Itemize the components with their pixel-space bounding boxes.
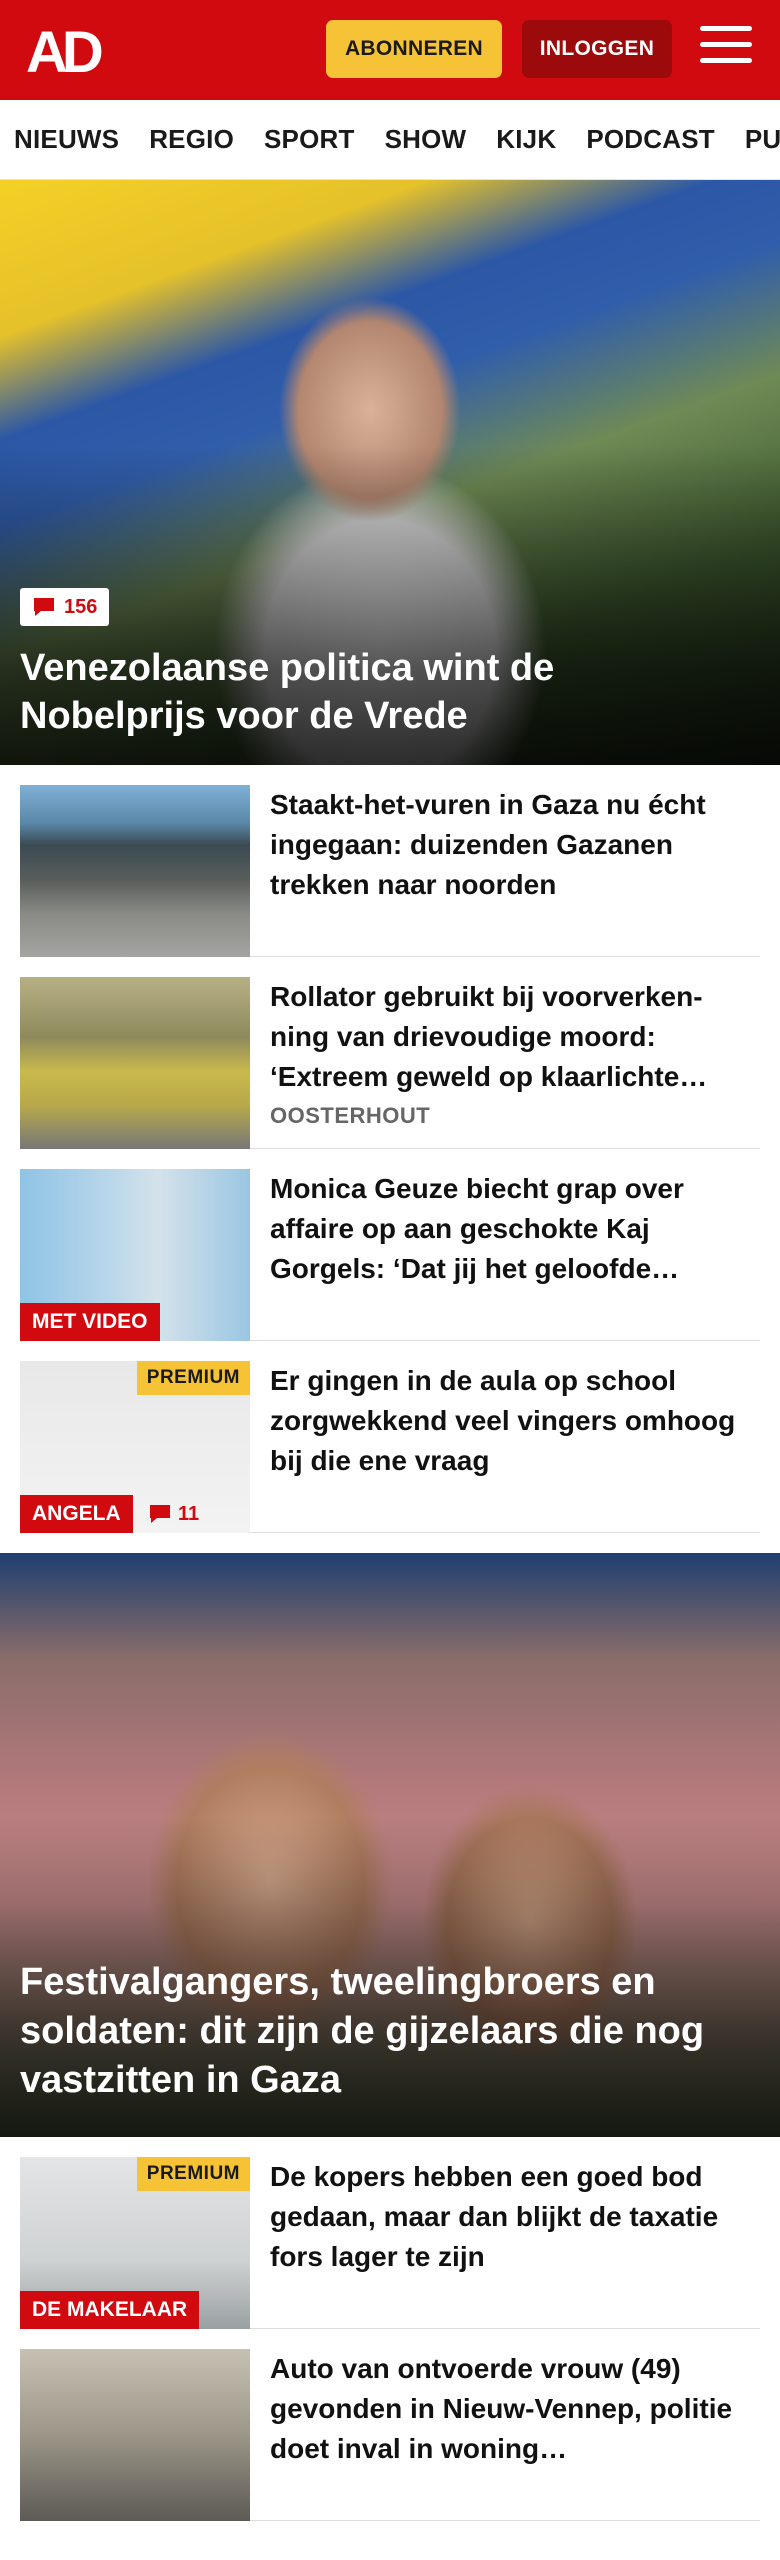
article-thumbnail xyxy=(20,977,250,1149)
article-title[interactable]: Rollator gebruikt bij voorverken­ning va… xyxy=(270,977,750,1097)
hero-article[interactable]: 156 Venezolaanse politica wint de Nobelp… xyxy=(0,180,780,765)
list-item[interactable]: PREMIUM ANGELA 11 Er gingen in de aula o… xyxy=(20,1341,760,1533)
hero-title[interactable]: Venezolaanse politica wint de Nobelprijs… xyxy=(20,644,750,740)
article-title[interactable]: De kopers hebben een goed bod gedaan, ma… xyxy=(270,2157,750,2277)
nav-item-nieuws[interactable]: NIEUWS xyxy=(14,124,119,155)
article-thumbnail xyxy=(20,2349,250,2521)
section-tag: DE MAKELAAR xyxy=(20,2291,200,2329)
comment-count: 11 xyxy=(178,1502,200,1525)
article-location: OOSTERHOUT xyxy=(270,1103,431,1128)
article-title[interactable]: Auto van ontvoerde vrouw (49) gevonden i… xyxy=(270,2349,750,2469)
menu-icon[interactable] xyxy=(700,26,752,72)
list-item[interactable]: PREMIUM DE MAKELAAR De kopers hebben een… xyxy=(20,2137,760,2329)
svg-text:AD: AD xyxy=(26,22,102,78)
article-title[interactable]: Er gingen in de aula op school zorgwekke… xyxy=(270,1361,750,1481)
article-title[interactable]: Staakt-het-vuren in Gaza nu écht ingegaa… xyxy=(270,785,750,905)
article-list: Staakt-het-vuren in Gaza nu écht ingegaa… xyxy=(0,765,780,1533)
video-tag: MET VIDEO xyxy=(20,1303,160,1341)
list-item[interactable]: Rollator gebruikt bij voorverken­ning va… xyxy=(20,957,760,1149)
list-item[interactable]: Auto van ontvoerde vrouw (49) gevonden i… xyxy=(20,2329,760,2521)
article-title[interactable]: Monica Geuze biecht grap over affaire op… xyxy=(270,1169,750,1289)
comment-icon xyxy=(150,1505,170,1523)
nav-item-sport[interactable]: SPORT xyxy=(264,124,355,155)
section-tag: ANGELA xyxy=(20,1495,133,1533)
subscribe-button[interactable]: ABONNEREN xyxy=(326,20,502,78)
nav-item-show[interactable]: SHOW xyxy=(385,124,467,155)
section-nav: NIEUWS REGIO SPORT SHOW KIJK PODCAST PUZ… xyxy=(0,100,780,180)
featured-title[interactable]: Festivalgangers, tweelingbroers en solda… xyxy=(20,1958,760,2105)
comment-count: 156 xyxy=(64,595,98,618)
premium-badge: PREMIUM xyxy=(136,1361,250,1395)
comment-badge: 156 xyxy=(20,588,110,626)
comment-badge: 11 xyxy=(138,1495,209,1533)
list-item[interactable]: Staakt-het-vuren in Gaza nu écht ingegaa… xyxy=(20,765,760,957)
featured-article[interactable]: Festivalgangers, tweelingbroers en solda… xyxy=(0,1553,780,2137)
top-bar: AD ABONNEREN INLOGGEN xyxy=(0,0,780,100)
comment-icon xyxy=(34,598,54,616)
list-item[interactable]: MET VIDEO Monica Geuze biecht grap over … xyxy=(20,1149,760,1341)
nav-item-podcast[interactable]: PODCAST xyxy=(586,124,715,155)
article-list-2: PREMIUM DE MAKELAAR De kopers hebben een… xyxy=(0,2137,780,2521)
article-thumbnail: MET VIDEO xyxy=(20,1169,250,1341)
login-button[interactable]: INLOGGEN xyxy=(522,20,672,78)
article-thumbnail: PREMIUM DE MAKELAAR xyxy=(20,2157,250,2329)
premium-badge: PREMIUM xyxy=(136,2157,250,2191)
article-thumbnail xyxy=(20,785,250,957)
ad-logo[interactable]: AD xyxy=(26,22,116,78)
article-thumbnail: PREMIUM ANGELA 11 xyxy=(20,1361,250,1533)
nav-item-kijk[interactable]: KIJK xyxy=(496,124,556,155)
nav-item-regio[interactable]: REGIO xyxy=(149,124,234,155)
nav-item-puzzel[interactable]: PUZZ xyxy=(745,124,780,155)
